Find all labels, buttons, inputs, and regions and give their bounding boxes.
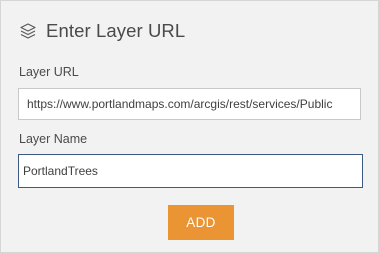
layer-url-label: Layer URL — [19, 65, 79, 79]
layer-name-label: Layer Name — [19, 132, 88, 146]
layer-url-input[interactable] — [18, 88, 361, 120]
panel-header: Enter Layer URL — [19, 17, 185, 45]
layers-icon — [19, 22, 37, 40]
panel-title: Enter Layer URL — [46, 20, 186, 41]
add-button[interactable]: ADD — [168, 205, 234, 240]
add-layer-panel: Enter Layer URL Layer URL Layer Name ADD — [0, 0, 379, 253]
layer-name-input[interactable] — [18, 154, 363, 188]
